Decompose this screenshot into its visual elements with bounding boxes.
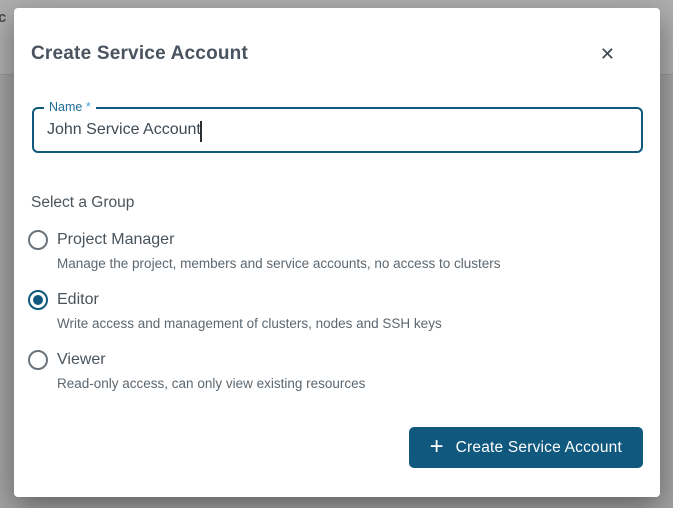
radio-option-project-manager[interactable]: Project Manager Manage the project, memb… [31,230,643,271]
radio-button-icon[interactable] [28,230,48,250]
required-asterisk: * [86,100,91,114]
radio-option-label: Viewer [57,351,106,369]
plus-icon: + [430,435,444,459]
radio-option-description: Read-only access, can only view existing… [57,376,643,391]
text-caret [200,121,202,142]
dialog-actions: + Create Service Account [31,427,643,468]
dialog-title: Create Service Account [31,43,248,65]
name-field-label-text: Name [49,100,82,114]
name-field-outline: Name * [32,107,643,153]
create-service-account-dialog: Create Service Account ✕ Name * Select a… [14,8,660,497]
radio-button-icon[interactable] [28,350,48,370]
radio-option-editor[interactable]: Editor Write access and management of cl… [31,290,643,331]
group-section-heading: Select a Group [31,194,643,212]
create-service-account-button[interactable]: + Create Service Account [409,427,643,468]
dialog-header: Create Service Account ✕ [31,41,643,67]
radio-option-description: Manage the project, members and service … [57,256,643,271]
radio-option-label: Project Manager [57,231,174,249]
background-text-fragment: c [0,9,6,26]
radio-option-row: Project Manager [31,230,643,250]
radio-option-label: Editor [57,291,99,309]
close-icon[interactable]: ✕ [596,41,619,67]
create-service-account-button-label: Create Service Account [456,439,622,457]
radio-option-row: Editor [31,290,643,310]
radio-button-icon[interactable] [28,290,48,310]
radio-option-description: Write access and management of clusters,… [57,316,643,331]
radio-option-row: Viewer [31,350,643,370]
radio-option-viewer[interactable]: Viewer Read-only access, can only view e… [31,350,643,391]
group-radio-list: Project Manager Manage the project, memb… [31,230,643,410]
name-input[interactable] [34,121,641,139]
name-field-label: Name * [44,100,96,114]
